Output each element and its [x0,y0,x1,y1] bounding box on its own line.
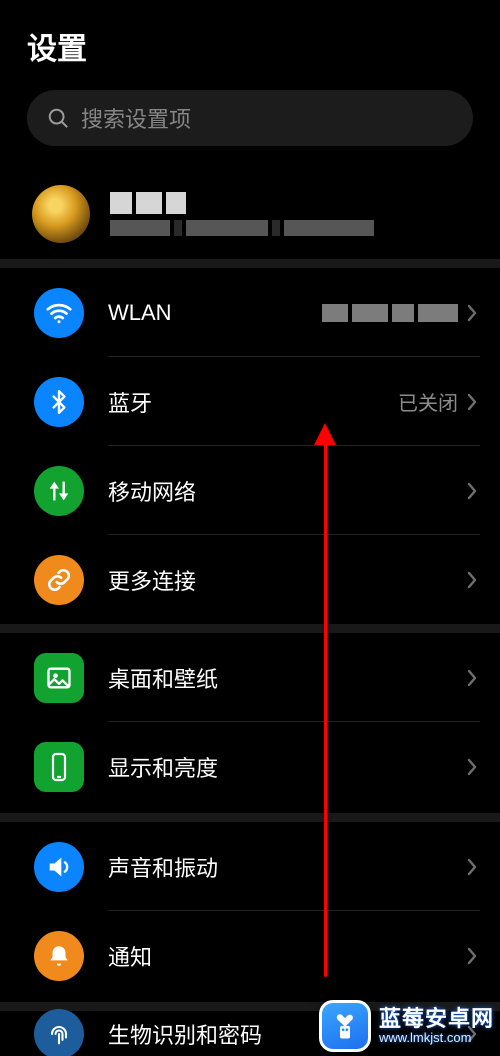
row-label: 移动网络 [108,475,464,507]
group-divider [0,813,500,822]
group-divider [0,259,500,268]
fingerprint-icon [34,1009,84,1056]
row-label: 桌面和壁纸 [108,662,464,694]
row-notifications[interactable]: 通知 [0,911,500,1000]
group-network: WLAN 蓝牙 已关闭 移动网络 [0,268,500,624]
row-label: 声音和振动 [108,851,464,883]
chevron-right-icon [464,478,480,504]
watermark-url: www.lmkjst.com [379,1031,494,1046]
row-home-wallpaper[interactable]: 桌面和壁纸 [0,633,500,722]
chevron-right-icon [464,567,480,593]
row-label: 更多连接 [108,564,464,596]
row-value: 已关闭 [398,387,458,416]
chevron-right-icon [464,389,480,415]
link-icon [34,555,84,605]
row-label: WLAN [108,300,322,326]
row-bluetooth[interactable]: 蓝牙 已关闭 [0,357,500,446]
speaker-icon [34,842,84,892]
data-arrows-icon [34,466,84,516]
row-more-connections[interactable]: 更多连接 [0,535,500,624]
watermark-title: 蓝莓安卓网 [379,1006,494,1031]
row-mobile-network[interactable]: 移动网络 [0,446,500,535]
row-value-redacted [322,304,458,322]
avatar [32,185,90,243]
search-icon [47,107,69,129]
bell-icon [34,931,84,981]
search-input[interactable]: 搜索设置项 [27,90,473,146]
row-label: 蓝牙 [108,386,398,418]
chevron-right-icon [464,300,480,326]
group-divider [0,624,500,633]
chevron-right-icon [464,854,480,880]
row-wlan[interactable]: WLAN [0,268,500,357]
search-placeholder: 搜索设置项 [81,102,191,134]
account-subtitle [110,220,480,236]
row-label: 显示和亮度 [108,751,464,783]
bluetooth-icon [34,377,84,427]
row-label: 通知 [108,940,464,972]
page-title: 设置 [27,24,87,68]
group-sound: 声音和振动 通知 [0,822,500,1000]
account-name [110,192,480,214]
picture-icon [34,653,84,703]
watermark-icon [319,1000,371,1052]
row-sound-vibration[interactable]: 声音和振动 [0,822,500,911]
chevron-right-icon [464,665,480,691]
chevron-right-icon [464,943,480,969]
group-display: 桌面和壁纸 显示和亮度 [0,633,500,811]
row-display-brightness[interactable]: 显示和亮度 [0,722,500,811]
wifi-icon [34,288,84,338]
phone-light-icon [34,742,84,792]
account-row[interactable] [0,170,500,258]
watermark: 蓝莓安卓网 www.lmkjst.com [319,1000,494,1052]
chevron-right-icon [464,754,480,780]
